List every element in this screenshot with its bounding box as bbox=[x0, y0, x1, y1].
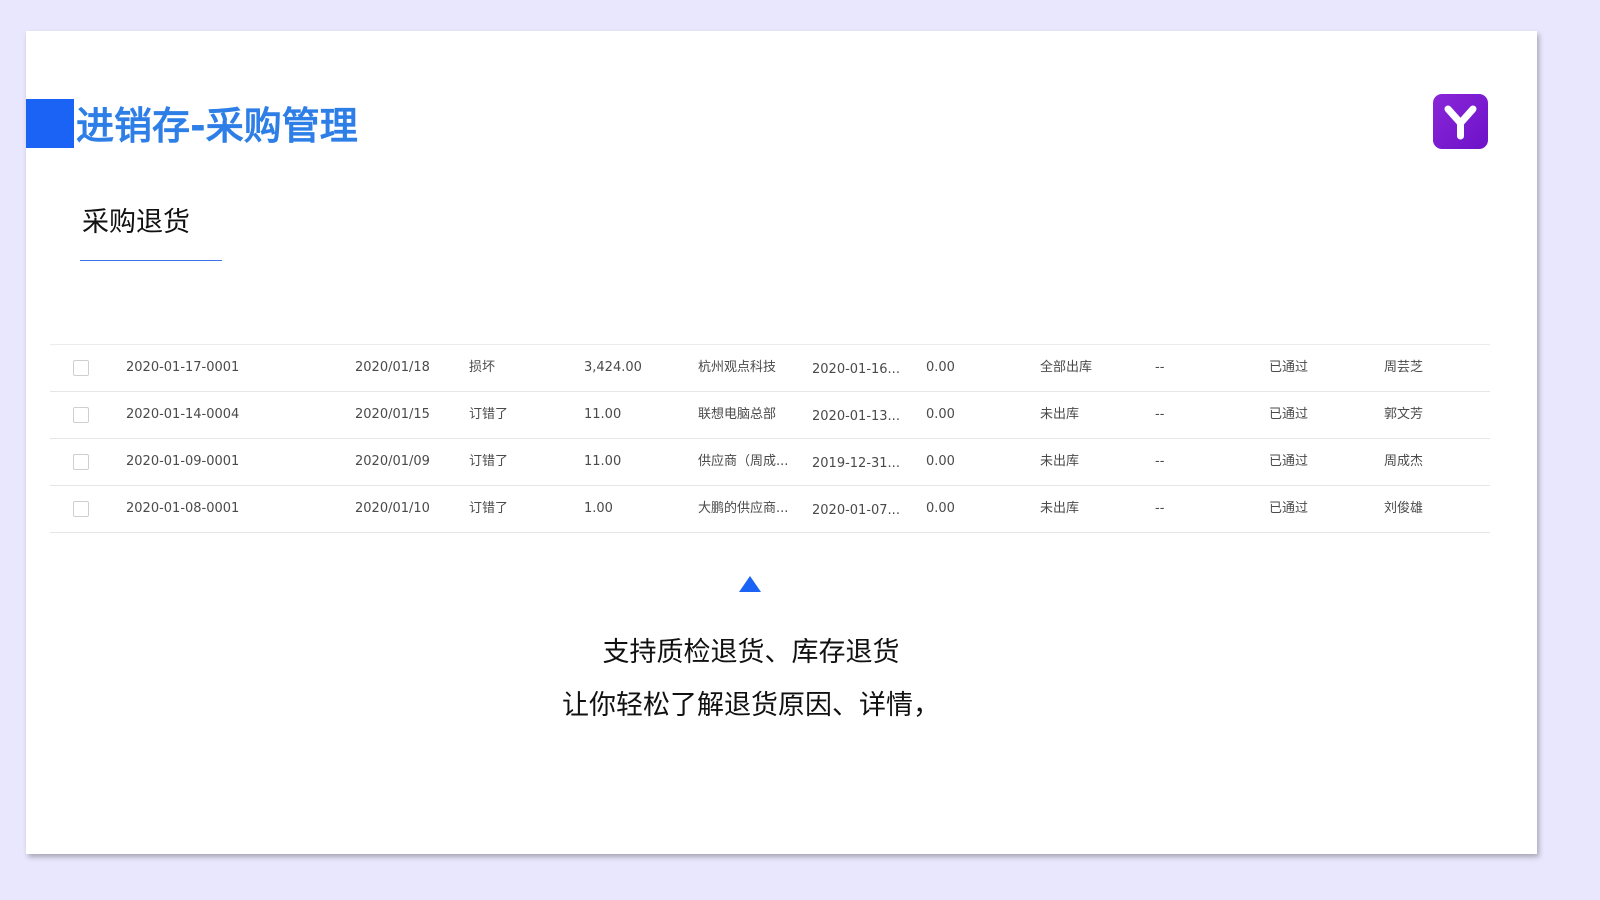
title-accent-block bbox=[26, 99, 74, 148]
cell-return-date: 2020-01-07... bbox=[812, 503, 900, 518]
cell-return-code: 2020-01-17-0001 bbox=[126, 360, 240, 375]
cell-approval-status: 已通过 bbox=[1269, 407, 1309, 422]
cell-amount: 1.00 bbox=[584, 501, 613, 516]
cell-note: -- bbox=[1155, 454, 1165, 469]
cell-value: 0.00 bbox=[926, 360, 955, 375]
cell-note: -- bbox=[1155, 360, 1165, 375]
cell-return-date: 2019-12-31... bbox=[812, 456, 900, 471]
table-row[interactable]: 2020-01-14-0004 2020/01/15 订错了 11.00 联想电… bbox=[50, 392, 1490, 439]
cell-stock-status: 全部出库 bbox=[1040, 360, 1093, 375]
row-checkbox[interactable] bbox=[73, 360, 89, 376]
cell-amount: 11.00 bbox=[584, 407, 622, 422]
cell-person: 郭文芳 bbox=[1384, 407, 1424, 422]
cell-return-code: 2020-01-14-0004 bbox=[126, 407, 240, 422]
cell-supplier: 杭州观点科技 bbox=[698, 360, 777, 375]
caption-line-1: 支持质检退货、库存退货 bbox=[602, 637, 900, 668]
row-checkbox[interactable] bbox=[73, 407, 89, 423]
cell-value: 0.00 bbox=[926, 501, 955, 516]
section-title: 采购退货 bbox=[82, 207, 190, 238]
cell-reason: 订错了 bbox=[469, 407, 509, 422]
cell-amount: 3,424.00 bbox=[584, 360, 642, 375]
table-row[interactable]: 2020-01-09-0001 2020/01/09 订错了 11.00 供应商… bbox=[50, 439, 1490, 486]
triangle-up-icon bbox=[739, 576, 761, 592]
cell-date: 2020/01/15 bbox=[355, 407, 430, 422]
cell-stock-status: 未出库 bbox=[1040, 407, 1080, 422]
caption-line-2: 让你轻松了解退货原因、详情， bbox=[562, 690, 940, 721]
cell-note: -- bbox=[1155, 407, 1165, 422]
cell-supplier: 联想电脑总部 bbox=[698, 407, 777, 422]
y-logo-icon bbox=[1433, 94, 1488, 149]
cell-reason: 订错了 bbox=[469, 454, 509, 469]
cell-person: 周成杰 bbox=[1384, 454, 1424, 469]
cell-value: 0.00 bbox=[926, 407, 955, 422]
slide: 进销存-采购管理 采购退货 2020-01-17-0001 2020/01/18… bbox=[26, 31, 1537, 854]
cell-date: 2020/01/09 bbox=[355, 454, 430, 469]
table-row[interactable]: 2020-01-17-0001 2020/01/18 损坏 3,424.00 杭… bbox=[50, 345, 1490, 392]
cell-note: -- bbox=[1155, 501, 1165, 516]
page-title: 进销存-采购管理 bbox=[76, 104, 358, 148]
cell-reason: 损坏 bbox=[469, 360, 496, 375]
cell-return-code: 2020-01-08-0001 bbox=[126, 501, 240, 516]
cell-date: 2020/01/18 bbox=[355, 360, 430, 375]
row-checkbox[interactable] bbox=[73, 501, 89, 517]
section-underline bbox=[80, 260, 222, 261]
cell-stock-status: 未出库 bbox=[1040, 454, 1080, 469]
cell-supplier: 供应商（周成... bbox=[698, 454, 789, 469]
cell-person: 刘俊雄 bbox=[1384, 501, 1424, 516]
cell-return-date: 2020-01-13... bbox=[812, 409, 900, 424]
table-row[interactable]: 2020-01-08-0001 2020/01/10 订错了 1.00 大鹏的供… bbox=[50, 486, 1490, 533]
cell-value: 0.00 bbox=[926, 454, 955, 469]
return-table: 2020-01-17-0001 2020/01/18 损坏 3,424.00 杭… bbox=[50, 344, 1490, 533]
cell-supplier: 大鹏的供应商... bbox=[698, 501, 789, 516]
cell-approval-status: 已通过 bbox=[1269, 454, 1309, 469]
cell-amount: 11.00 bbox=[584, 454, 622, 469]
cell-reason: 订错了 bbox=[469, 501, 509, 516]
cell-approval-status: 已通过 bbox=[1269, 360, 1309, 375]
cell-return-date: 2020-01-16... bbox=[812, 362, 900, 377]
cell-stock-status: 未出库 bbox=[1040, 501, 1080, 516]
cell-return-code: 2020-01-09-0001 bbox=[126, 454, 240, 469]
cell-date: 2020/01/10 bbox=[355, 501, 430, 516]
row-checkbox[interactable] bbox=[73, 454, 89, 470]
cell-approval-status: 已通过 bbox=[1269, 501, 1309, 516]
cell-person: 周芸芝 bbox=[1384, 360, 1424, 375]
